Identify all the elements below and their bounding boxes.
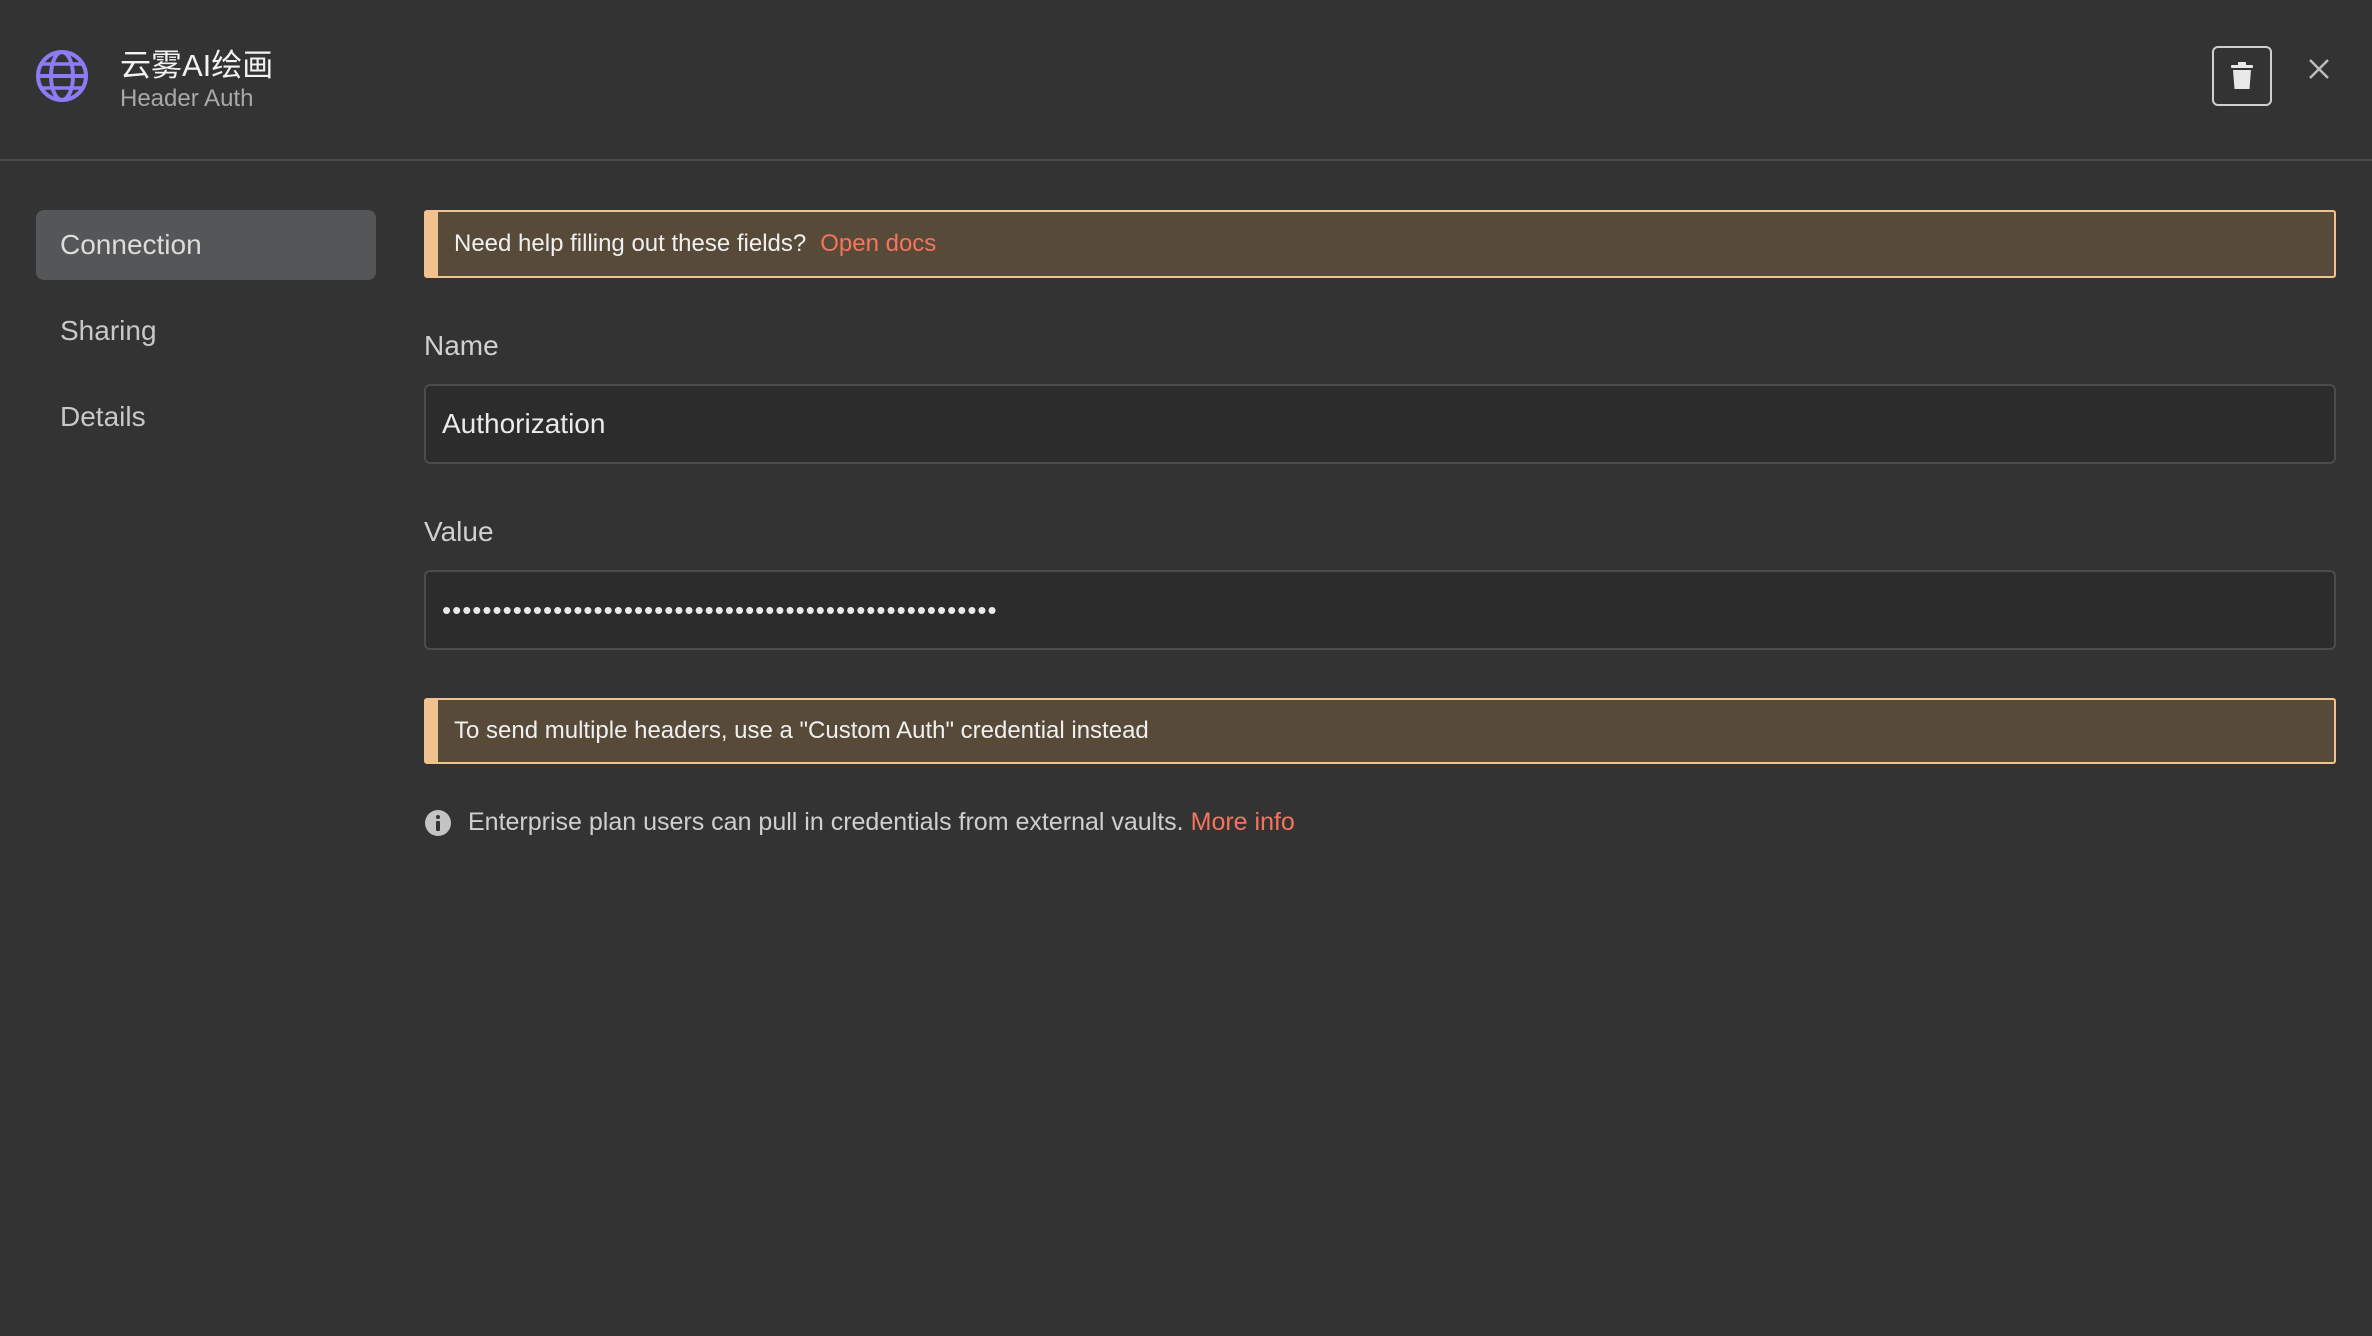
more-info-link[interactable]: More info (1191, 808, 1295, 837)
credential-title[interactable]: 云雾AI绘画 (120, 40, 273, 85)
close-button[interactable] (2304, 54, 2334, 84)
connection-panel: Need help filling out these fields? Open… (424, 210, 2336, 837)
value-input[interactable]: ••••••••••••••••••••••••••••••••••••••••… (424, 570, 2336, 650)
sidebar-item-connection[interactable]: Connection (36, 210, 376, 280)
globe-icon (36, 50, 88, 102)
info-icon (425, 809, 451, 836)
open-docs-link[interactable]: Open docs (820, 230, 936, 258)
multiple-headers-notice-text: To send multiple headers, use a "Custom … (454, 717, 1149, 744)
help-notice: Need help filling out these fields? Open… (424, 210, 2336, 278)
name-label: Name (424, 330, 499, 361)
enterprise-info: Enterprise plan users can pull in creden… (424, 808, 2336, 837)
enterprise-info-text: Enterprise plan users can pull in creden… (468, 808, 1184, 836)
credential-type: Header Auth (120, 85, 254, 112)
sidebar-item-details[interactable]: Details (36, 382, 376, 452)
name-input[interactable]: Authorization (424, 384, 2336, 464)
modal-header: 云雾AI绘画 Header Auth (0, 0, 2372, 161)
trash-icon (2231, 62, 2253, 89)
delete-credential-button[interactable] (2212, 46, 2272, 106)
sidebar-nav: Connection Sharing Details (36, 210, 376, 468)
value-label: Value (424, 516, 494, 547)
help-notice-text: Need help filling out these fields? (454, 230, 807, 257)
close-icon (2309, 59, 2329, 79)
multiple-headers-notice: To send multiple headers, use a "Custom … (424, 698, 2336, 764)
sidebar-item-sharing[interactable]: Sharing (36, 296, 376, 366)
